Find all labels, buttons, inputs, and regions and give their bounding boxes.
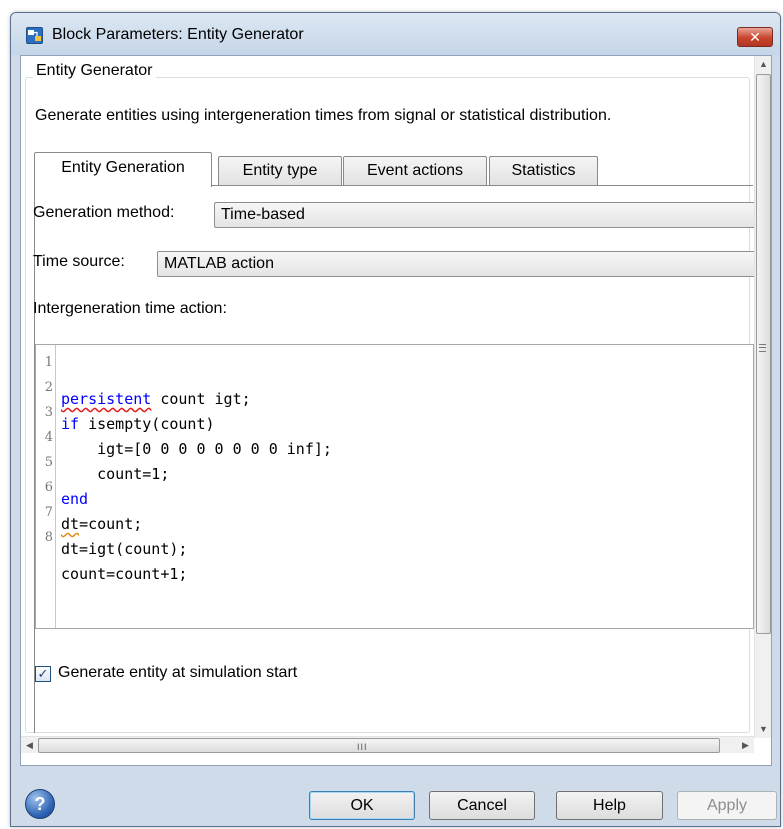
vertical-scroll-thumb[interactable] <box>756 74 771 634</box>
cancel-button-label: Cancel <box>457 797 507 814</box>
line-number: 7 <box>44 505 53 520</box>
button-bar: ? OK Cancel Help Apply <box>11 766 782 828</box>
generation-method-value: Time-based <box>221 206 305 223</box>
intergeneration-time-label: Intergeneration time action: <box>33 300 227 317</box>
horizontal-scroll-thumb[interactable]: III <box>38 738 720 753</box>
time-source-value: MATLAB action <box>164 255 274 272</box>
vertical-scrollbar[interactable]: ▲ ▼ <box>754 56 771 738</box>
block-description: Generate entities using intergeneration … <box>35 107 612 124</box>
code-line: 2 if isempty(count) <box>36 379 215 433</box>
checkmark-icon: ✓ <box>37 666 49 681</box>
apply-button[interactable]: Apply <box>677 791 777 820</box>
time-source-label: Time source: <box>33 253 125 270</box>
generate-at-start-checkbox[interactable]: ✓ <box>35 666 51 682</box>
code-text: count=count+1; <box>61 565 188 583</box>
tab-strip: Entity Generation Entity type Event acti… <box>34 152 753 187</box>
code-line: 7 dt=igt(count); <box>36 504 188 558</box>
code-line: 1 persistent count igt; <box>36 354 251 408</box>
line-number: 2 <box>44 380 53 395</box>
code-line: 5 end <box>36 454 126 508</box>
scroll-grip-icon <box>759 344 766 352</box>
dialog-window: Block Parameters: Entity Generator ✕ Ent… <box>10 12 781 827</box>
line-number: 3 <box>44 405 53 420</box>
line-number: 4 <box>44 430 53 445</box>
line-number: 1 <box>44 355 53 370</box>
line-number: 8 <box>44 530 53 545</box>
horizontal-scrollbar[interactable]: ◀ III ▶ <box>21 736 754 753</box>
scroll-up-arrow-icon[interactable]: ▲ <box>755 56 772 73</box>
window-title: Block Parameters: Entity Generator <box>52 26 304 43</box>
code-line: 6 dt=count; <box>36 479 143 533</box>
apply-button-label: Apply <box>706 797 748 814</box>
title-bar[interactable]: Block Parameters: Entity Generator ✕ <box>11 13 780 55</box>
time-source-select[interactable]: MATLAB action ▼ <box>157 251 754 277</box>
generation-method-label: Generation method: <box>33 204 175 221</box>
line-number: 5 <box>44 455 53 470</box>
ok-button-label: OK <box>350 797 374 814</box>
scroll-right-arrow-icon[interactable]: ▶ <box>737 737 754 754</box>
help-button[interactable]: Help <box>556 791 663 820</box>
group-title: Entity Generator <box>33 62 156 80</box>
scroll-down-arrow-icon[interactable]: ▼ <box>755 721 772 738</box>
dialog-client-area: Entity Generator Generate entities using… <box>20 55 772 766</box>
cancel-button[interactable]: Cancel <box>429 791 535 820</box>
tab-entity-type[interactable]: Entity type <box>218 156 342 186</box>
close-button[interactable]: ✕ <box>737 27 773 47</box>
parameters-pane: Entity Generator Generate entities using… <box>21 56 754 738</box>
scroll-grip-icon: III <box>357 742 368 752</box>
scroll-left-arrow-icon[interactable]: ◀ <box>21 737 38 754</box>
code-editor[interactable]: 1 persistent count igt; 2 if isempty(cou… <box>35 344 754 629</box>
ok-button[interactable]: OK <box>309 791 415 820</box>
generate-at-start-label[interactable]: Generate entity at simulation start <box>58 664 297 682</box>
simulink-block-icon <box>26 27 43 44</box>
tab-event-actions[interactable]: Event actions <box>343 156 487 186</box>
help-button-label: Help <box>593 797 626 814</box>
line-number: 6 <box>44 480 53 495</box>
code-line: 3 igt=[0 0 0 0 0 0 0 0 inf]; <box>36 404 332 458</box>
code-line: 8 count=count+1; <box>36 529 188 583</box>
code-line: 4 count=1; <box>36 429 170 483</box>
close-icon: ✕ <box>749 29 761 45</box>
generation-method-select[interactable]: Time-based ▼ <box>214 202 754 228</box>
help-question-icon[interactable]: ? <box>25 789 55 819</box>
tab-statistics[interactable]: Statistics <box>489 156 598 186</box>
tab-entity-generation[interactable]: Entity Generation <box>34 152 212 187</box>
